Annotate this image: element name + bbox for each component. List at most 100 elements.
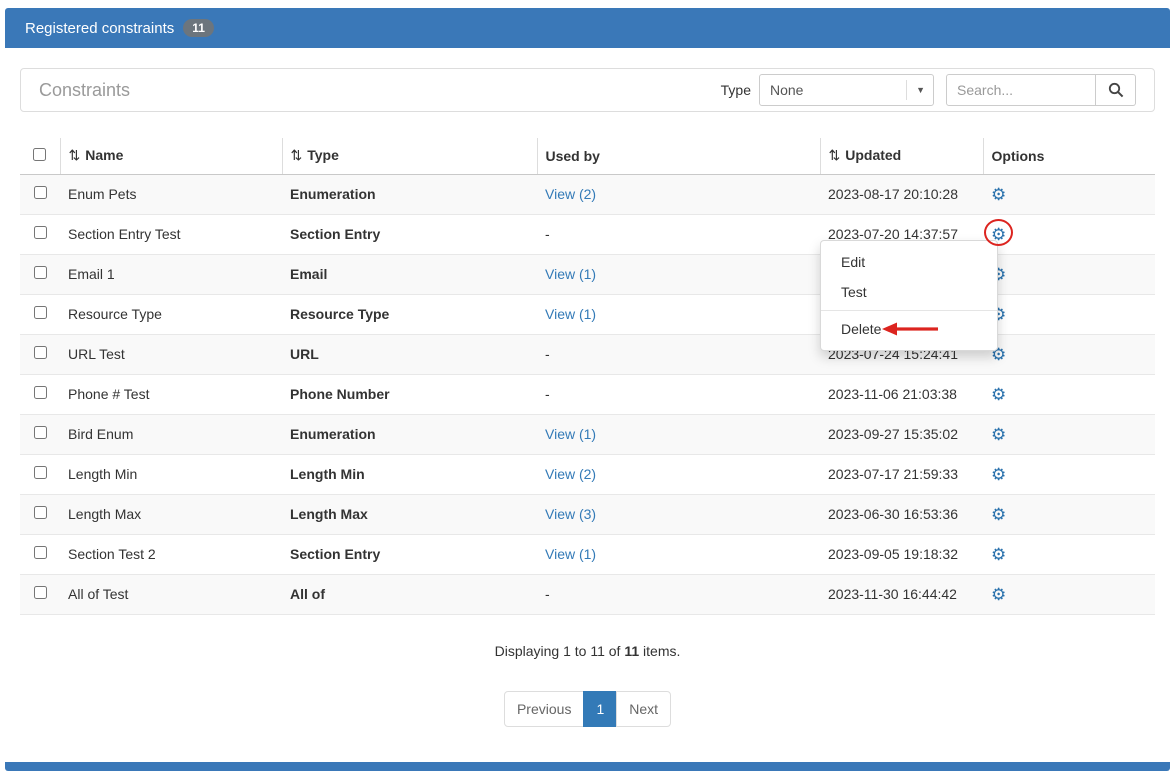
- search-button[interactable]: [1096, 74, 1136, 106]
- used-by-empty: -: [545, 586, 550, 602]
- cell-used-by: -: [537, 334, 820, 374]
- cell-updated: 2023-06-30 16:53:36: [820, 494, 983, 534]
- row-checkbox[interactable]: [34, 226, 47, 239]
- cell-type: Email: [282, 254, 537, 294]
- cell-select: [20, 494, 60, 534]
- cell-updated: 2023-08-17 20:10:28: [820, 174, 983, 214]
- cell-options: ⚙: [983, 534, 1155, 574]
- cell-updated: 2023-09-27 15:35:02: [820, 414, 983, 454]
- cell-select: [20, 254, 60, 294]
- pagination-previous[interactable]: Previous: [504, 691, 584, 727]
- used-by-link[interactable]: View (1): [545, 426, 596, 442]
- cell-select: [20, 214, 60, 254]
- page-title: Registered constraints: [25, 20, 174, 37]
- search-input[interactable]: [946, 74, 1096, 106]
- cell-used-by: -: [537, 374, 820, 414]
- column-header-options: Options: [983, 138, 1155, 174]
- gear-icon[interactable]: ⚙: [991, 185, 1006, 204]
- panel-header: Registered constraints 11: [5, 8, 1170, 48]
- table-row: Length Min Length Min View (2) 2023-07-1…: [20, 454, 1155, 494]
- row-checkbox[interactable]: [34, 586, 47, 599]
- used-by-empty: -: [545, 386, 550, 402]
- cell-used-by: View (2): [537, 454, 820, 494]
- cell-name: Resource Type: [60, 294, 282, 334]
- column-header-updated[interactable]: ⇅Updated: [820, 138, 983, 174]
- table-row: Phone # Test Phone Number - 2023-11-06 2…: [20, 374, 1155, 414]
- cell-select: [20, 534, 60, 574]
- annotation-circle: [984, 219, 1013, 246]
- cell-options: ⚙: [983, 454, 1155, 494]
- column-header-type[interactable]: ⇅Type: [282, 138, 537, 174]
- cell-type: All of: [282, 574, 537, 614]
- row-checkbox[interactable]: [34, 546, 47, 559]
- cell-options: ⚙: [983, 254, 1155, 294]
- cell-name: Section Test 2: [60, 534, 282, 574]
- gear-icon[interactable]: ⚙: [991, 545, 1006, 564]
- row-checkbox[interactable]: [34, 426, 47, 439]
- pagination-page-1[interactable]: 1: [583, 691, 617, 727]
- gear-icon[interactable]: ⚙: [991, 585, 1006, 604]
- used-by-link[interactable]: View (1): [545, 546, 596, 562]
- used-by-empty: -: [545, 226, 550, 242]
- used-by-empty: -: [545, 346, 550, 362]
- used-by-link[interactable]: View (1): [545, 306, 596, 322]
- cell-used-by: View (1): [537, 414, 820, 454]
- cell-select: [20, 294, 60, 334]
- pagination-next[interactable]: Next: [616, 691, 671, 727]
- select-all-checkbox[interactable]: [33, 148, 46, 161]
- table-row: Section Test 2 Section Entry View (1) 20…: [20, 534, 1155, 574]
- cell-options: ⚙: [983, 174, 1155, 214]
- gear-icon[interactable]: ⚙: [991, 385, 1006, 404]
- sort-icon: ⇅: [69, 147, 81, 163]
- cell-select: [20, 454, 60, 494]
- used-by-link[interactable]: View (2): [545, 466, 596, 482]
- cell-select: [20, 374, 60, 414]
- cell-used-by: View (2): [537, 174, 820, 214]
- sort-icon: ⇅: [291, 147, 303, 163]
- type-select[interactable]: None ▼: [759, 74, 934, 106]
- cell-used-by: View (1): [537, 254, 820, 294]
- header-row: ⇅Name ⇅Type Used by ⇅Updated Options: [20, 138, 1155, 174]
- used-by-link[interactable]: View (3): [545, 506, 596, 522]
- menu-item-edit[interactable]: Edit: [821, 247, 997, 277]
- items-summary: Displaying 1 to 11 of 11 items.: [0, 643, 1175, 659]
- cell-name: Section Entry Test: [60, 214, 282, 254]
- toolbar-controls: Type None ▼: [721, 74, 1136, 106]
- annotation-arrow: [882, 321, 940, 337]
- gear-icon[interactable]: ⚙: [991, 425, 1006, 444]
- used-by-link[interactable]: View (2): [545, 186, 596, 202]
- menu-item-test[interactable]: Test: [821, 277, 997, 307]
- cell-options: ⚙: [983, 334, 1155, 374]
- cell-select: [20, 334, 60, 374]
- panel-footer-bar: [5, 762, 1170, 771]
- cell-options: ⚙: [983, 494, 1155, 534]
- count-badge: 11: [183, 19, 214, 37]
- cell-used-by: View (1): [537, 534, 820, 574]
- gear-icon[interactable]: ⚙: [991, 465, 1006, 484]
- table-row: All of Test All of - 2023-11-30 16:44:42…: [20, 574, 1155, 614]
- row-checkbox[interactable]: [34, 306, 47, 319]
- pagination: Previous 1 Next: [0, 691, 1175, 727]
- row-checkbox[interactable]: [34, 186, 47, 199]
- cell-used-by: View (3): [537, 494, 820, 534]
- menu-divider: [821, 310, 997, 311]
- cell-used-by: -: [537, 574, 820, 614]
- column-header-name[interactable]: ⇅Name: [60, 138, 282, 174]
- cell-type: Length Min: [282, 454, 537, 494]
- row-checkbox[interactable]: [34, 346, 47, 359]
- row-checkbox[interactable]: [34, 386, 47, 399]
- cell-name: Enum Pets: [60, 174, 282, 214]
- cell-select: [20, 574, 60, 614]
- gear-icon[interactable]: ⚙: [991, 505, 1006, 524]
- table-row: Length Max Length Max View (3) 2023-06-3…: [20, 494, 1155, 534]
- cell-name: Email 1: [60, 254, 282, 294]
- toolbar: Constraints Type None ▼: [20, 68, 1155, 112]
- row-checkbox[interactable]: [34, 466, 47, 479]
- cell-name: Length Min: [60, 454, 282, 494]
- row-checkbox[interactable]: [34, 506, 47, 519]
- cell-updated: 2023-11-30 16:44:42: [820, 574, 983, 614]
- constraints-table: ⇅Name ⇅Type Used by ⇅Updated Options: [20, 138, 1155, 615]
- cell-updated: 2023-09-05 19:18:32: [820, 534, 983, 574]
- used-by-link[interactable]: View (1): [545, 266, 596, 282]
- row-checkbox[interactable]: [34, 266, 47, 279]
